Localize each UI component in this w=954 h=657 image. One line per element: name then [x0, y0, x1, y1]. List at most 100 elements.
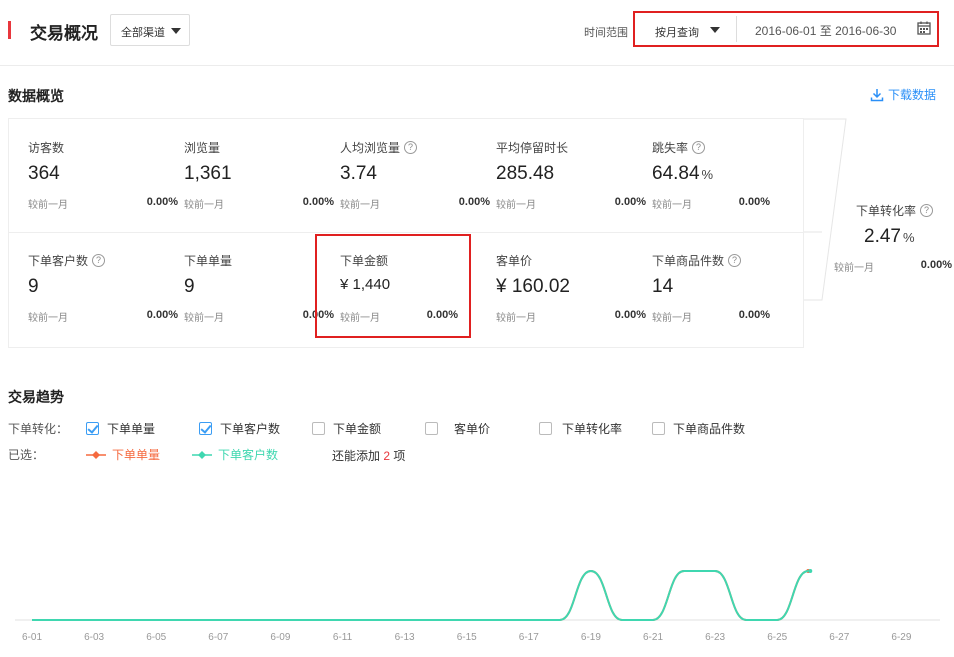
checkbox-icon[interactable] [425, 422, 438, 435]
time-range-control: 按月查询 2016-06-01 至 2016-06-30 [633, 11, 939, 47]
x-tick-label: 6-09 [270, 632, 290, 643]
checkbox-icon[interactable] [312, 422, 325, 435]
metric-value: 9 [184, 276, 195, 297]
selected-series-order-count[interactable]: 下单单量 [86, 446, 160, 463]
compare-pct: 0.00% [738, 309, 770, 321]
overview-title: 数据概览 [8, 88, 64, 104]
checkbox-avg-order-value[interactable]: 客单价 [425, 420, 490, 437]
metric-unit: % [701, 167, 714, 182]
selected-series-label: 下单客户数 [218, 448, 279, 462]
metric-avg-order-value: 客单价 ¥ 160.02 较前一月 0.00% [496, 252, 646, 325]
title-accent-bar [8, 21, 11, 39]
x-tick-label: 6-15 [457, 632, 477, 643]
x-tick-label: 6-03 [84, 632, 104, 643]
x-tick-label: 6-17 [519, 632, 539, 643]
checkbox-order-items[interactable]: 下单商品件数 [652, 420, 745, 437]
x-tick-label: 6-13 [395, 632, 415, 643]
checkbox-order-count[interactable]: 下单单量 [86, 420, 155, 437]
metric-value: 1,361 [184, 163, 232, 184]
conv-label: 下单转化： [8, 422, 69, 436]
metric-value: 64.84 [652, 163, 700, 184]
metric-value: 364 [28, 163, 60, 184]
metric-value: ¥ 160.02 [496, 276, 570, 297]
selected-label-row: 已选： [8, 446, 44, 463]
metric-label: 下单转化率 [856, 203, 917, 218]
x-tick-label: 6-01 [22, 632, 42, 643]
metric-label: 跳失率 [652, 140, 689, 155]
x-tick-label: 6-05 [146, 632, 166, 643]
compare-label: 较前一月 [652, 313, 692, 324]
help-icon[interactable]: ? [92, 253, 106, 267]
help-icon[interactable]: ? [728, 253, 742, 267]
metric-order-items: 下单商品件数? 14 较前一月 0.00% [652, 252, 770, 324]
checkbox-checked-icon[interactable] [199, 422, 212, 435]
selected-series-label: 下单单量 [112, 448, 161, 462]
compare-pct: 0.00% [146, 309, 178, 321]
metric-conversion-rate: 下单转化率? 2.47% 较前一月 0.00% [834, 202, 952, 274]
download-icon [870, 88, 884, 101]
compare-label: 较前一月 [28, 313, 68, 324]
checkbox-checked-icon[interactable] [86, 422, 99, 435]
x-tick-label: 6-23 [705, 632, 725, 643]
date-start: 2016-06-01 [755, 24, 817, 38]
compare-pct: 0.00% [302, 196, 334, 208]
time-range-label: 时间范围 [584, 27, 628, 39]
help-icon[interactable]: ? [404, 140, 418, 154]
date-range-input[interactable]: 2016-06-01 至 2016-06-30 [755, 22, 896, 39]
checkbox-label: 下单商品件数 [673, 422, 746, 436]
metric-label: 浏览量 [184, 140, 221, 155]
metric-bounce-rate: 跳失率? 64.84% 较前一月 0.00% [652, 139, 770, 211]
metric-label: 平均停留时长 [496, 140, 569, 155]
x-tick-label: 6-11 [333, 632, 353, 643]
channel-select[interactable]: 全部渠道 [110, 14, 190, 46]
query-mode-value: 按月查询 [655, 27, 699, 39]
date-separator: 至 [819, 24, 832, 38]
highlight-box [315, 234, 471, 338]
diamond-marker-icon [86, 450, 106, 459]
checkbox-order-customers[interactable]: 下单客户数 [199, 420, 280, 437]
series-end-marker [808, 569, 813, 573]
conversion-filter-label: 下单转化： [8, 420, 68, 437]
caret-down-icon [710, 27, 720, 33]
compare-label: 较前一月 [184, 313, 224, 324]
metric-label: 下单单量 [184, 253, 233, 268]
checkbox-icon[interactable] [539, 422, 552, 435]
metric-unit: % [902, 230, 915, 245]
checkbox-conversion-rate[interactable]: 下单转化率 [539, 420, 622, 437]
page-title: 交易概况 [30, 24, 98, 43]
x-tick-label: 6-27 [829, 632, 849, 643]
compare-pct: 0.00% [146, 196, 178, 208]
query-mode-select[interactable]: 按月查询 [639, 16, 737, 42]
download-data-link[interactable]: 下载数据 [870, 86, 936, 103]
calendar-icon[interactable] [917, 21, 931, 35]
x-tick-label: 6-21 [643, 632, 663, 643]
channel-select-value: 全部渠道 [121, 27, 165, 39]
page-header: 交易概况 全部渠道 时间范围 按月查询 2016-06-01 至 2016-06… [0, 0, 954, 66]
series-line-2 [31, 569, 809, 621]
compare-label: 较前一月 [496, 200, 536, 211]
selected-series-order-customers[interactable]: 下单客户数 [192, 446, 278, 463]
more-count: 2 [383, 449, 391, 463]
x-tick-label: 6-29 [891, 632, 911, 643]
checkbox-order-amount[interactable]: 下单金额 [312, 420, 381, 437]
metric-order-count: 下单单量 9 较前一月 0.00% [184, 252, 334, 325]
metric-value: 2.47 [864, 226, 901, 247]
x-tick-label: 6-25 [767, 632, 787, 643]
date-end: 2016-06-30 [835, 24, 897, 38]
checkbox-label: 下单转化率 [562, 422, 623, 436]
help-icon[interactable]: ? [692, 140, 706, 154]
more-prefix: 还能添加 [332, 449, 381, 463]
metric-avg-pageviews: 人均浏览量? 3.74 较前一月 0.00% [340, 139, 490, 211]
compare-label: 较前一月 [28, 200, 68, 211]
metric-label: 人均浏览量 [340, 140, 401, 155]
compare-pct: 0.00% [458, 196, 490, 208]
help-icon[interactable]: ? [920, 203, 934, 217]
trend-chart: 6-01 6-03 6-05 6-07 6-09 6-11 6-13 6-15 6-17 6-19… [15, 569, 940, 643]
checkbox-icon[interactable] [652, 422, 665, 435]
more-suffix: 项 [393, 449, 406, 463]
compare-pct: 0.00% [614, 196, 646, 208]
checkbox-label: 客单价 [454, 422, 491, 436]
selected-label: 已选： [8, 448, 45, 462]
compare-pct: 0.00% [920, 259, 952, 271]
download-label: 下载数据 [888, 88, 937, 102]
